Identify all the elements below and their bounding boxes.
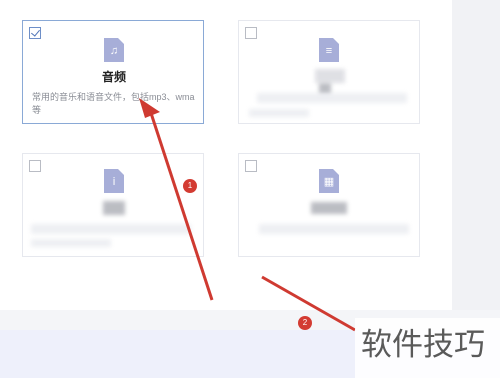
annotation-badge-2: 2: [298, 316, 312, 330]
blurred-title: [315, 69, 345, 83]
card-title-audio: 音频: [101, 70, 126, 84]
blurred-title: [311, 202, 347, 214]
blurred-title: [103, 201, 125, 215]
text-file-icon: ≡: [319, 38, 339, 62]
grid-file-icon: ▦: [319, 169, 339, 193]
blurred-description: [31, 224, 191, 234]
watermark-text: 软件技巧: [355, 318, 500, 378]
content-area: ♫ 音频 常用的音乐和语音文件，包括mp3、wma等 ≡ ⅰ ▦: [0, 0, 452, 310]
blurred-description: [249, 109, 309, 117]
card-checkbox-2[interactable]: [245, 27, 257, 39]
card-checkbox-4[interactable]: [245, 160, 257, 172]
blurred-description: [31, 239, 111, 247]
file-type-card-4[interactable]: ▦: [238, 153, 420, 257]
right-panel-background: [452, 0, 500, 310]
blurred-description: [259, 224, 409, 234]
card-checkbox-3[interactable]: [29, 160, 41, 172]
music-file-icon: ♫: [104, 38, 124, 62]
file-type-card-2[interactable]: ≡: [238, 20, 420, 124]
card-description-audio: 常用的音乐和语音文件，包括mp3、wma等: [32, 92, 195, 115]
file-type-card-audio[interactable]: ♫ 音频 常用的音乐和语音文件，包括mp3、wma等: [22, 20, 204, 124]
annotation-badge-1: 1: [183, 179, 197, 193]
info-file-icon: ⅰ: [104, 169, 124, 193]
file-type-card-3[interactable]: ⅰ: [22, 153, 204, 257]
blurred-description: [257, 93, 407, 103]
card-checkbox-audio[interactable]: [29, 27, 41, 39]
